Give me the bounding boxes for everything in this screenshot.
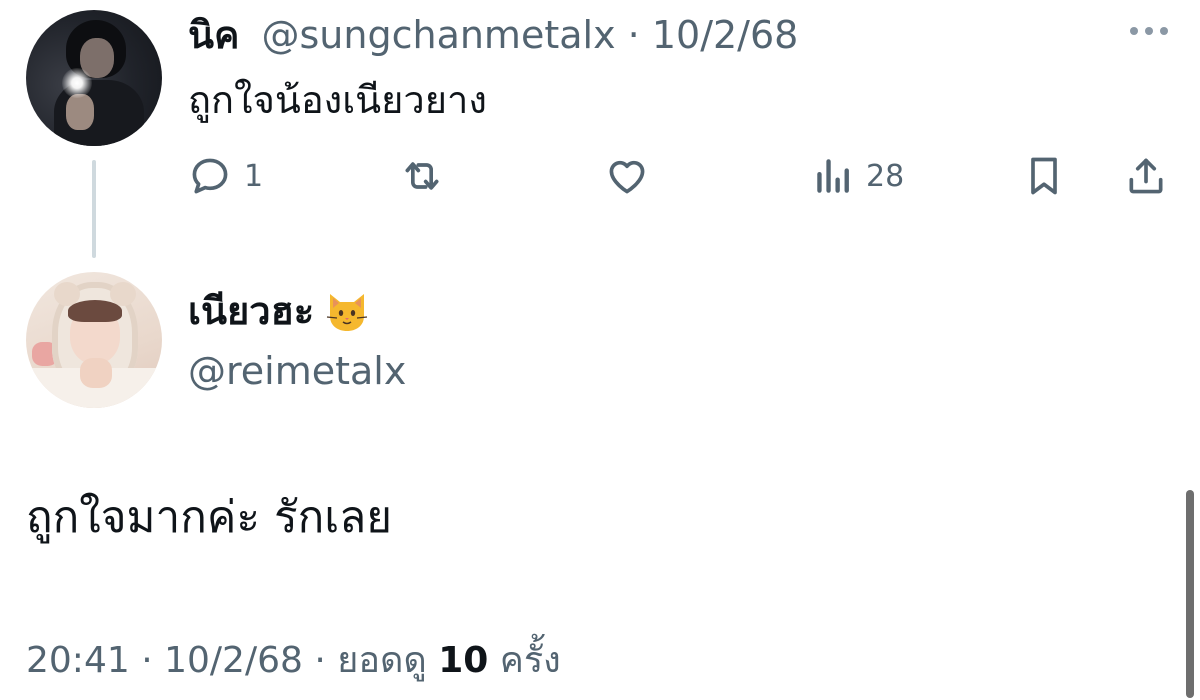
reply-count: 1 [244,158,264,194]
scrollbar[interactable] [1186,490,1194,698]
avatar-fringe [68,300,122,322]
meta-separator-2: · [314,640,326,681]
views-button[interactable]: 28 [814,148,904,204]
reply-button[interactable]: 1 [188,148,263,204]
views-prefix: ยอดดู [337,640,427,681]
reply-icon [192,158,228,194]
bookmark-button[interactable] [1024,148,1064,204]
parent-date[interactable]: 10/2/68 [652,13,799,57]
views-count: 28 [866,158,905,194]
share-icon [1129,158,1163,194]
reply-date[interactable]: 10/2/68 [164,640,303,681]
parent-tweet-action-bar: 1 28 [188,148,1178,204]
reply-display-name[interactable]: เนียวฮะ [188,286,314,336]
heart-icon [609,160,645,194]
bookmark-icon [1031,157,1057,195]
parent-display-name[interactable]: นิค [188,13,239,57]
reply-tweet-meta: 20:41 · 10/2/68 · ยอดดู 10 ครั้ง [26,636,561,686]
share-button[interactable] [1124,148,1168,204]
reply-display-name-row: เนียวฮะ [188,286,370,336]
views-chart-icon [817,159,849,193]
meta-separator-1: · [141,640,153,681]
avatar-hand [66,94,94,130]
reply-tweet-text: ถูกใจมากค่ะ รักเลย [26,492,393,543]
avatar-hands [80,358,112,388]
avatar-parent[interactable] [26,10,162,146]
parent-tweet-text: ถูกใจน้องเนียวยาง [188,78,487,122]
more-horizontal-icon[interactable] [1128,24,1170,38]
tweet-detail-page: นิค @sungchanmetalx · 10/2/68 ถูกใจน้องเ… [0,0,1200,700]
retweet-button[interactable] [398,148,458,204]
reply-handle[interactable]: @reimetalx [188,346,406,396]
thread-connector-line [92,160,96,258]
like-button[interactable] [604,148,662,204]
parent-handle[interactable]: @sungchanmetalx [262,13,616,57]
views-suffix: ครั้ง [499,640,561,681]
cat-face-emoji-icon [327,294,368,331]
avatar-reply[interactable] [26,272,162,408]
parent-header-separator: · [627,13,640,57]
parent-tweet-header: นิค @sungchanmetalx · 10/2/68 [188,12,798,58]
retweet-icon [405,162,439,190]
reply-time[interactable]: 20:41 [26,640,130,681]
avatar-phone-flash [62,68,92,98]
reply-views-count[interactable]: 10 [438,640,488,681]
